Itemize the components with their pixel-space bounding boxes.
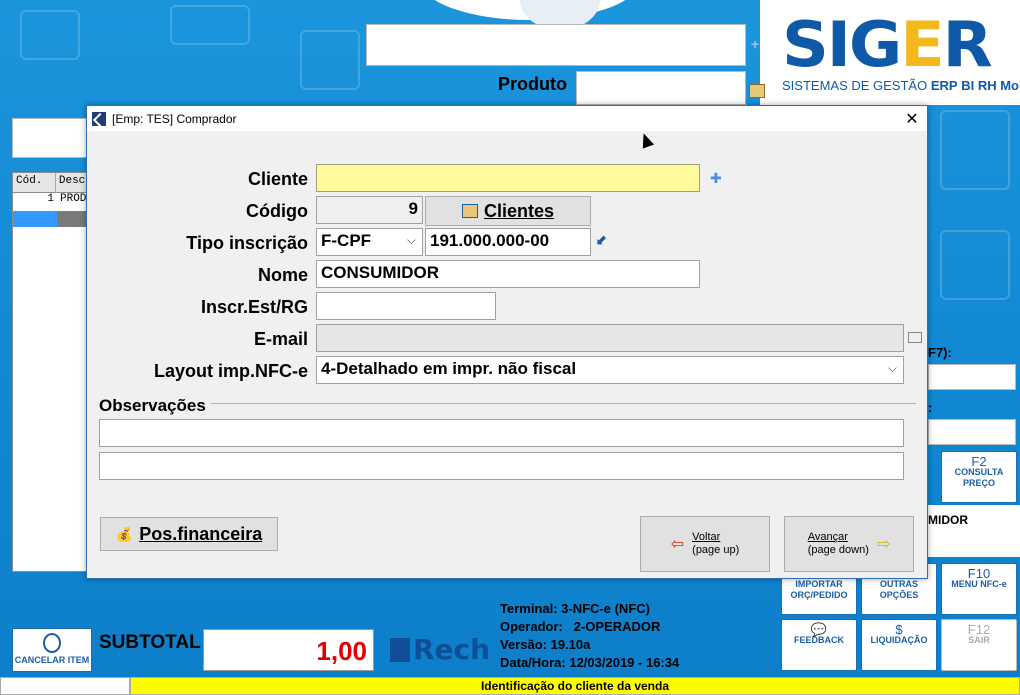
dialog-titlebar[interactable]: [Emp: TES] Comprador ✕ — [87, 106, 927, 131]
left-info-box — [12, 118, 92, 158]
rech-logo: Rech — [390, 633, 490, 666]
grid-header-cod: Cód. — [13, 173, 56, 192]
app-icon — [92, 111, 106, 126]
product-lookup-icon[interactable] — [749, 84, 765, 98]
bg-decor-icon — [170, 5, 250, 45]
avancar-button[interactable]: Avançar (page down) ⇨ — [784, 516, 914, 572]
observacoes-line-1[interactable] — [99, 419, 904, 447]
add-icon: + — [751, 36, 760, 52]
bg-decor-icon — [300, 30, 360, 90]
inscr-est-label: Inscr.Est/RG — [200, 297, 308, 317]
pos-financeira-button[interactable]: 💰 Pos.financeira — [100, 517, 278, 551]
cancelar-item-button[interactable]: CANCELAR ITEM — [12, 628, 92, 672]
chevron-down-icon: ⌵ — [887, 361, 897, 375]
codigo-label: Código — [246, 201, 308, 221]
observacoes-line-2[interactable] — [99, 452, 904, 480]
top-search-box[interactable] — [366, 24, 746, 66]
tipo-inscricao-select[interactable]: F-CPF ⌵ — [316, 228, 423, 256]
bg-decor-icon — [940, 110, 1010, 190]
produto-label: Produto — [498, 74, 567, 94]
cliente-input[interactable] — [316, 164, 700, 192]
f12-sair-button[interactable]: F12 SAIR — [941, 619, 1017, 671]
cpf-field[interactable]: 191.000.000-00 — [425, 228, 591, 256]
siger-logo: SIGER SISTEMAS DE GESTÃO ERP BI RH Mobil… — [760, 0, 1020, 105]
inscr-est-field[interactable] — [316, 292, 496, 320]
chevron-down-icon: ⌵ — [406, 233, 416, 247]
comprador-dialog: [Emp: TES] Comprador ✕ Cliente ✚ Código … — [86, 105, 928, 579]
add-client-icon[interactable]: ✚ — [710, 170, 722, 187]
clientes-button[interactable]: Clientes — [425, 196, 591, 226]
status-bar-message: Identificação do cliente da venda — [130, 677, 1020, 695]
layout-nfce-label: Layout imp.NFC-e — [153, 361, 308, 381]
nome-field[interactable]: CONSUMIDOR — [316, 260, 700, 288]
bg-decor-icon — [20, 10, 80, 60]
partial-label-2: : — [928, 400, 933, 415]
status-bar-left — [0, 677, 130, 695]
bg-decor-icon — [940, 230, 1010, 300]
subtotal-value: 1,00 — [203, 629, 374, 671]
right-field-1[interactable] — [928, 364, 1016, 390]
email-field[interactable] — [316, 324, 904, 352]
terminal-info: Terminal: 3-NFC-e (NFC) Operador: 2-OPERA… — [500, 601, 680, 670]
cliente-label: Cliente — [247, 169, 308, 189]
liquidacao-button[interactable]: $ LIQUIDAÇÃO — [861, 619, 937, 671]
observacoes-label: Observações — [99, 396, 210, 416]
observacoes-divider — [99, 403, 916, 404]
cancel-item-icon — [43, 633, 61, 653]
codigo-field: 9 — [316, 196, 423, 224]
feedback-button[interactable]: 💬 FEEDBACK — [781, 619, 857, 671]
voltar-button[interactable]: ⇦ Voltar (page up) — [640, 516, 770, 572]
tipo-inscricao-label: Tipo inscrição — [186, 233, 308, 253]
close-icon[interactable]: ✕ — [897, 109, 927, 129]
clientes-icon — [461, 204, 478, 218]
subtotal-label: SUBTOTAL — [99, 632, 201, 653]
produto-input[interactable] — [576, 71, 746, 105]
f10-menu-nfce-button[interactable]: F10 MENU NFC-e — [941, 563, 1017, 615]
cpf-validate-icon[interactable]: ⬋ — [596, 231, 608, 248]
siger-subtitle: SISTEMAS DE GESTÃO ERP BI RH Mobile — [782, 78, 1020, 93]
envelope-icon[interactable] — [908, 332, 922, 343]
partial-label-f7: F7): — [928, 345, 952, 360]
siger-wordmark: SIGER — [782, 8, 993, 81]
arrow-left-icon: ⇦ — [670, 535, 685, 553]
arrow-right-icon: ⇨ — [876, 535, 891, 553]
layout-nfce-select[interactable]: 4-Detalhado em impr. não fiscal ⌵ — [316, 356, 904, 384]
right-field-2[interactable] — [928, 419, 1016, 445]
client-name-strip: MIDOR — [928, 505, 1020, 557]
email-label: E-mail — [253, 329, 308, 349]
money-bag-icon: 💰 — [115, 525, 134, 542]
nome-label: Nome — [257, 265, 308, 285]
dialog-title: [Emp: TES] Comprador — [112, 111, 237, 126]
rech-logo-icon — [390, 638, 410, 662]
f2-consulta-preco-button[interactable]: F2 CONSULTA PREÇO — [941, 451, 1017, 503]
